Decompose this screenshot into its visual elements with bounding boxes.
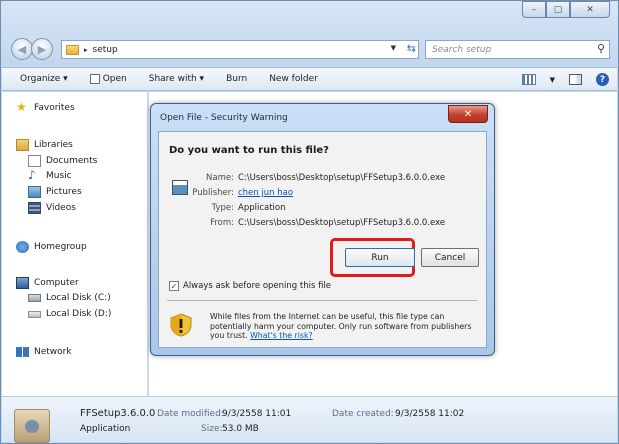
- open-button[interactable]: Open: [89, 74, 127, 84]
- document-icon: [28, 155, 41, 167]
- homegroup-icon: [16, 241, 29, 253]
- address-bar: ◀ ▶ ▸ setup ▼ ⇆ Search setup ⚲: [11, 37, 610, 61]
- caption-buttons: – ▢ ✕: [522, 1, 610, 18]
- minimize-button[interactable]: –: [522, 1, 546, 18]
- always-ask-checkbox[interactable]: ✓: [169, 281, 179, 291]
- date-created-value: 9/3/2558 11:02: [395, 409, 465, 419]
- search-icon[interactable]: ⚲: [597, 42, 605, 55]
- always-ask-row: ✓ Always ask before opening this file: [169, 281, 331, 291]
- sidebar-item-local-disk-d[interactable]: Local Disk (D:): [28, 309, 111, 319]
- forward-button[interactable]: ▶: [31, 38, 53, 60]
- date-modified-label: Date modified:: [157, 409, 224, 419]
- details-type: Application: [80, 424, 131, 434]
- application-icon: [172, 180, 188, 195]
- forward-arrow-icon: ▶: [37, 42, 47, 56]
- details-pane: FFSetup3.6.0.0 Application Date modified…: [2, 396, 617, 443]
- refresh-icon[interactable]: ⇆: [407, 42, 416, 55]
- sidebar-item-network[interactable]: Network: [16, 347, 72, 357]
- size-value: 53.0 MB: [222, 424, 259, 434]
- sidebar-item-favorites[interactable]: ★ Favorites: [16, 100, 75, 114]
- explorer-window: – ▢ ✕ ◀ ▶ ▸ setup ▼ ⇆ Search setup ⚲ Org…: [0, 0, 619, 444]
- address-dropdown-icon[interactable]: ▼: [391, 44, 396, 52]
- new-folder-button[interactable]: New folder: [269, 74, 318, 84]
- maximize-button[interactable]: ▢: [546, 1, 570, 18]
- publisher-label: Publisher:: [192, 188, 234, 198]
- organize-button[interactable]: Organize ▾: [20, 74, 68, 84]
- network-icon: [16, 347, 29, 357]
- run-button[interactable]: Run: [345, 248, 415, 267]
- dialog-question: Do you want to run this file?: [169, 145, 329, 156]
- folder-icon: [66, 44, 79, 55]
- back-button[interactable]: ◀: [11, 38, 33, 60]
- sidebar-item-music[interactable]: ♪ Music: [28, 168, 72, 182]
- whats-the-risk-link[interactable]: What's the risk?: [250, 331, 313, 340]
- from-value: C:\Users\boss\Desktop\setup\FFSetup3.6.0…: [238, 218, 446, 228]
- from-label: From:: [210, 218, 234, 228]
- sidebar-item-pictures[interactable]: Pictures: [28, 186, 82, 198]
- cancel-button[interactable]: Cancel: [421, 248, 479, 267]
- search-input[interactable]: Search setup ⚲: [425, 40, 610, 59]
- address-input[interactable]: ▸ setup ▼ ⇆: [61, 40, 419, 59]
- drive-c-icon: [28, 294, 41, 302]
- videos-icon: [28, 202, 41, 214]
- share-with-button[interactable]: Share with ▾: [149, 74, 204, 84]
- publisher-link[interactable]: chen jun hao: [238, 188, 293, 198]
- libraries-icon: [16, 139, 29, 151]
- warning-message: While files from the Internet can be use…: [210, 312, 480, 341]
- close-icon: ✕: [463, 108, 473, 120]
- type-value: Application: [238, 203, 286, 213]
- burn-button[interactable]: Burn: [226, 74, 247, 84]
- chevron-right-icon: ▸: [84, 45, 88, 54]
- application-file-icon: [14, 409, 50, 443]
- pictures-icon: [28, 186, 41, 198]
- name-label: Name:: [206, 173, 234, 183]
- dialog-divider: [167, 300, 478, 301]
- name-value: C:\Users\boss\Desktop\setup\FFSetup3.6.0…: [238, 173, 446, 183]
- music-icon: ♪: [28, 168, 36, 182]
- computer-icon: [16, 277, 29, 289]
- date-created-label: Date created:: [332, 409, 394, 419]
- address-path: setup: [92, 44, 118, 55]
- sidebar-item-videos[interactable]: Videos: [28, 202, 76, 214]
- dialog-close-button[interactable]: ✕: [448, 105, 488, 123]
- type-label: Type:: [211, 203, 234, 213]
- date-modified-value: 9/3/2558 11:01: [222, 409, 292, 419]
- sidebar-item-libraries[interactable]: Libraries: [16, 139, 73, 151]
- search-placeholder: Search setup: [432, 44, 492, 55]
- details-filename: FFSetup3.6.0.0: [80, 408, 156, 419]
- size-label: Size:: [201, 424, 223, 434]
- change-view-icon[interactable]: [521, 74, 536, 85]
- preview-pane-icon[interactable]: [569, 74, 582, 85]
- back-arrow-icon: ◀: [17, 42, 27, 56]
- security-warning-dialog: Open File - Security Warning ✕ Do you wa…: [150, 103, 495, 356]
- sidebar-item-local-disk-c[interactable]: Local Disk (C:): [28, 293, 111, 303]
- shield-warning-icon: [170, 313, 192, 337]
- sidebar-item-homegroup[interactable]: Homegroup: [16, 241, 87, 253]
- open-icon: [89, 74, 100, 84]
- view-dropdown-icon[interactable]: ▼: [550, 76, 555, 84]
- dialog-title: Open File - Security Warning: [160, 113, 288, 123]
- dialog-body: Do you want to run this file? Name: C:\U…: [158, 131, 487, 348]
- drive-d-icon: [28, 310, 41, 318]
- close-button[interactable]: ✕: [570, 1, 610, 18]
- sidebar-item-documents[interactable]: Documents: [28, 155, 97, 167]
- command-bar: Organize ▾ Open Share with ▾ Burn New fo…: [2, 67, 617, 91]
- navigation-pane: ★ Favorites Libraries Documents ♪ Music …: [2, 92, 148, 396]
- help-icon[interactable]: ?: [596, 73, 609, 86]
- star-icon: ★: [16, 100, 27, 114]
- toolbar-right: ▼ ?: [521, 73, 609, 86]
- always-ask-label: Always ask before opening this file: [183, 281, 332, 291]
- sidebar-item-computer[interactable]: Computer: [16, 277, 79, 289]
